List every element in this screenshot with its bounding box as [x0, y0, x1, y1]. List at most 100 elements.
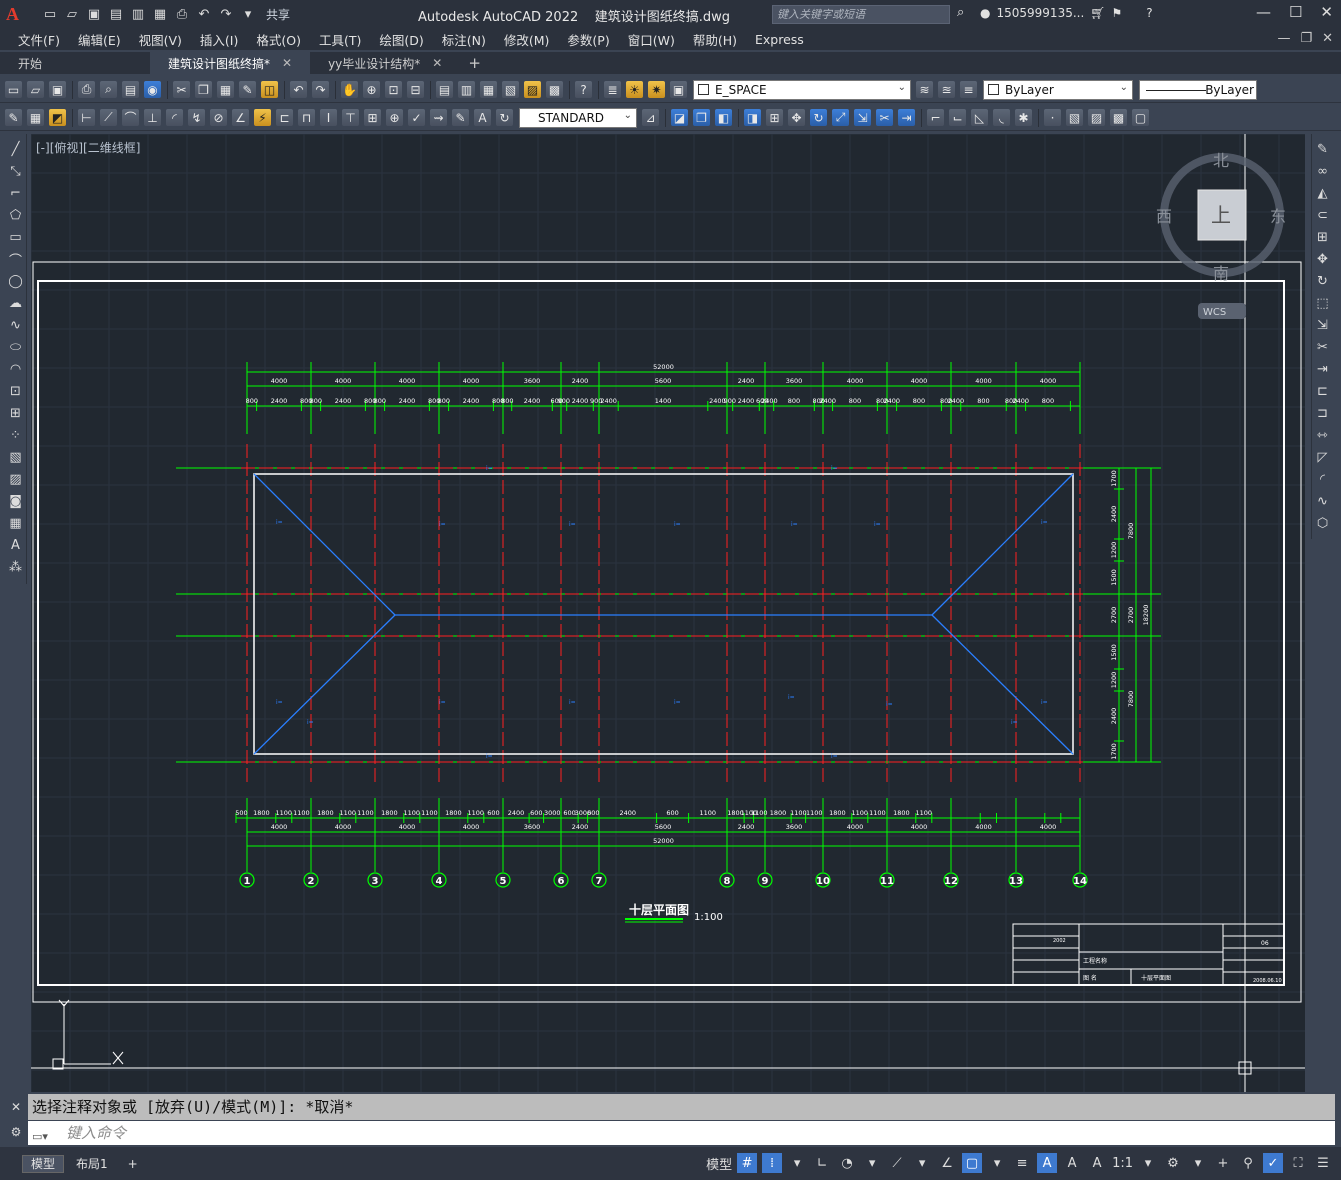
copy-icon[interactable]: ∞	[1314, 162, 1332, 180]
tab-model[interactable]: 模型	[22, 1154, 65, 1173]
explode-icon[interactable]: ✱	[1015, 109, 1032, 126]
rectangle-icon[interactable]: ▭	[7, 228, 25, 246]
search-icon[interactable]: ⌕	[957, 5, 964, 20]
preview-icon[interactable]: ⌕	[100, 81, 117, 98]
viewport-controls[interactable]: [-][俯视][二维线框]	[36, 139, 140, 156]
snap-icon[interactable]: ⁞	[762, 1153, 783, 1173]
customize-icon[interactable]: ⚙	[11, 1125, 22, 1139]
dim-space-icon[interactable]: Ⅰ	[320, 109, 337, 126]
inspect-icon[interactable]: ✓	[408, 109, 425, 126]
tab-drawing-structure[interactable]: yy毕业设计结构* ✕	[310, 52, 460, 74]
menu-dimension[interactable]: 标注(N)	[442, 30, 486, 49]
dim-jogged-icon[interactable]: ↯	[188, 109, 205, 126]
model-space-toggle[interactable]: 模型	[706, 1154, 732, 1173]
menu-window[interactable]: 窗口(W)	[628, 30, 675, 49]
insert-block-icon[interactable]: ⊡	[7, 382, 25, 400]
autodesk-app-icon[interactable]: ⚑	[1112, 6, 1123, 20]
chamfer-icon[interactable]: ◸	[1314, 448, 1332, 466]
dim-break-icon[interactable]: ⊤	[342, 109, 359, 126]
save-as-icon[interactable]: ▤	[108, 6, 124, 22]
redo-icon[interactable]: ↷	[218, 6, 234, 22]
tab-start[interactable]: 开始	[0, 52, 150, 74]
wipeout-icon[interactable]: ▢	[1132, 109, 1149, 126]
scale-icon[interactable]: ⬚	[1314, 294, 1332, 312]
offset-icon[interactable]: ◨	[744, 109, 761, 126]
tolerance-icon[interactable]: ⊞	[364, 109, 381, 126]
rotate-icon[interactable]: ↻	[1314, 272, 1332, 290]
compass-west[interactable]: 西	[1156, 207, 1172, 226]
plot-icon[interactable]: ⎙	[78, 81, 95, 98]
doc-minimize-button[interactable]: —	[1277, 31, 1290, 46]
mirror-icon[interactable]: ◧	[715, 109, 732, 126]
break-icon[interactable]: ⊐	[1314, 404, 1332, 422]
revcloud-icon[interactable]: ☁	[7, 294, 25, 312]
zoom-realtime-icon[interactable]: ⊕	[363, 81, 380, 98]
annotation-visibility-icon[interactable]: A	[1037, 1153, 1058, 1173]
linetype-dropdown[interactable]: ByLayer	[1139, 79, 1257, 100]
menu-parametric[interactable]: 参数(P)	[567, 30, 609, 49]
zoom-previous-icon[interactable]: ⊟	[407, 81, 424, 98]
stretch-icon[interactable]: ⇲	[1314, 316, 1332, 334]
dim-linear-icon[interactable]: ⊢	[78, 109, 95, 126]
scale-dropdown-icon[interactable]: ▾	[1138, 1153, 1158, 1173]
save-icon[interactable]: ▣	[49, 81, 66, 98]
construction-line-icon[interactable]: ⤡	[7, 162, 25, 180]
annotation-monitor-icon[interactable]: +	[1213, 1153, 1233, 1173]
hardware-acceleration-icon[interactable]: ✓	[1263, 1153, 1283, 1173]
plot-icon[interactable]: ⎙	[174, 6, 190, 22]
maximize-button[interactable]: ☐	[1289, 3, 1302, 21]
clean-screen-icon[interactable]: ⛶	[1288, 1153, 1308, 1173]
recent-commands-icon[interactable]: ▭▾	[32, 1125, 58, 1143]
trim-icon[interactable]: ✂	[876, 109, 893, 126]
undo-icon[interactable]: ↶	[290, 81, 307, 98]
point-icon[interactable]: ·	[1044, 109, 1061, 126]
markup-icon[interactable]: ▨	[524, 81, 541, 98]
object-snap-icon[interactable]: ▢	[962, 1153, 983, 1173]
cart-icon[interactable]: 🛒︎	[1090, 6, 1105, 20]
new-file-icon[interactable]: ▭	[42, 6, 58, 22]
doc-close-button[interactable]: ✕	[1322, 31, 1333, 46]
region-icon[interactable]: ▩	[1110, 109, 1127, 126]
fillet-icon[interactable]: ◟	[993, 109, 1010, 126]
table-icon[interactable]: ▦	[27, 109, 44, 126]
ellipse-arc-icon[interactable]: ◠	[7, 360, 25, 378]
copy-icon[interactable]: ❐	[195, 81, 212, 98]
compass-south[interactable]: 南	[1213, 264, 1229, 283]
open-web-icon[interactable]: ▥	[130, 6, 146, 22]
compass-north[interactable]: 北	[1213, 151, 1229, 170]
menu-file[interactable]: 文件(F)	[18, 30, 60, 49]
gradient-icon[interactable]: ▨	[1088, 109, 1105, 126]
break-at-point-icon[interactable]: ⊏	[1314, 382, 1332, 400]
menu-edit[interactable]: 编辑(E)	[78, 30, 121, 49]
ortho-icon[interactable]: ∟	[812, 1153, 832, 1173]
annotation-scale-icon[interactable]: A	[1087, 1153, 1107, 1173]
autocad-logo-icon[interactable]: A	[6, 3, 28, 25]
join-icon[interactable]: ⇿	[1314, 426, 1332, 444]
dim-arc-icon[interactable]: ⌒	[122, 109, 139, 126]
customize-dropdown-icon[interactable]: ▾	[240, 6, 256, 22]
layer-properties-icon[interactable]: ≣	[604, 81, 621, 98]
menu-view[interactable]: 视图(V)	[139, 30, 182, 49]
tab-layout1[interactable]: 布局1	[68, 1155, 116, 1173]
close-icon[interactable]: ✕	[282, 56, 292, 70]
menu-express[interactable]: Express	[755, 32, 804, 47]
make-current-layer-icon[interactable]: ≋	[916, 81, 933, 98]
web-icon[interactable]: ◉	[144, 81, 161, 98]
isolate-objects-icon[interactable]: ⚲	[1238, 1153, 1258, 1173]
layer-previous-icon[interactable]: ≊	[938, 81, 955, 98]
mirror-icon[interactable]: ◭	[1314, 184, 1332, 202]
region-icon[interactable]: ◙	[7, 492, 25, 510]
add-selected-icon[interactable]: ⁂	[7, 558, 25, 576]
hatch-icon[interactable]: ▧	[1066, 109, 1083, 126]
scale-icon[interactable]: ⤢	[832, 109, 849, 126]
blend-icon[interactable]: ∿	[1314, 492, 1332, 510]
menu-draw[interactable]: 绘图(D)	[379, 30, 423, 49]
grid-icon[interactable]: #	[737, 1153, 758, 1173]
dim-text-edit-icon[interactable]: A	[474, 109, 491, 126]
move-icon[interactable]: ✥	[1314, 250, 1332, 268]
close-window-button[interactable]: ✕	[1320, 3, 1333, 21]
layer-dropdown[interactable]: E_SPACE ⌄	[693, 79, 911, 100]
mtext-icon[interactable]: A	[7, 536, 25, 554]
trim-icon[interactable]: ✂	[1314, 338, 1332, 356]
menu-insert[interactable]: 插入(I)	[200, 30, 238, 49]
